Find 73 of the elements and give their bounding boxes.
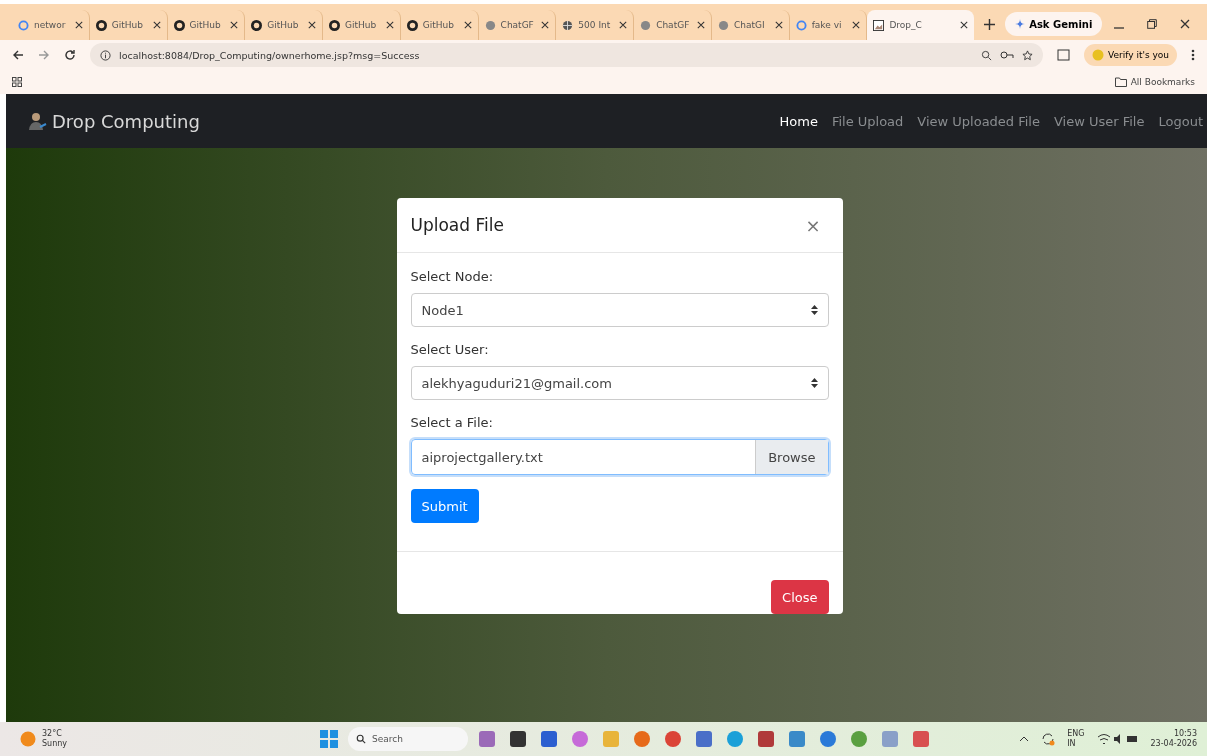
close-icon[interactable] [774,21,783,29]
plus-icon[interactable] [984,19,996,30]
dialog-title: Upload File [410,215,504,235]
close-icon[interactable] [230,21,239,29]
sort-caret-icon [810,305,818,315]
sun-icon [20,731,36,747]
field-label: Select Node: [410,269,495,284]
close-icon[interactable] [74,21,83,29]
wifi-volume-battery-icon[interactable] [1096,733,1139,745]
temperature-text: 32°C [42,729,63,739]
restore-icon[interactable] [1146,19,1157,29]
star-icon[interactable] [1022,49,1033,61]
close-icon[interactable] [385,21,394,29]
nav-link[interactable]: Logout [1158,113,1203,129]
user-select[interactable]: alekhyaguduri21@gmail.com [410,366,829,400]
file-input[interactable]: aiprojectgallery.txt Browse [410,439,829,475]
field-label: Select a File: [410,415,494,430]
info-icon[interactable] [100,49,111,61]
close-icon[interactable] [960,21,969,29]
region-text[interactable]: IN [1067,739,1085,749]
nav-link[interactable]: File Upload [831,113,904,129]
clock-date[interactable]: 23-04-2026 [1150,739,1197,749]
close-button[interactable]: × [799,213,827,237]
field-label: Select User: [410,342,490,357]
address-bar[interactable]: localhost:8084/Drop_Computing/ownerhome.jsp?msg=Success [90,43,1043,67]
apps-grid-icon[interactable] [12,77,22,87]
sparkle-icon [1015,19,1026,29]
all-bookmarks-link[interactable]: All Bookmarks [1114,77,1195,87]
minimize-icon[interactable] [1113,27,1124,29]
reading-list-icon[interactable] [1057,49,1070,61]
taskbar-search[interactable]: Search [348,727,468,751]
node-select[interactable]: Node1 [410,293,829,327]
globe-icon [562,19,574,31]
circle-icon [484,19,496,31]
app-icon[interactable] [509,730,527,748]
close-icon[interactable] [308,21,317,29]
sync-icon[interactable] [1041,732,1056,746]
language-text[interactable]: ENG [1067,729,1085,739]
person-icon [28,111,48,131]
nav-link[interactable]: Home [779,113,818,129]
clock-time[interactable]: 10:53 [1150,729,1197,739]
brand-link[interactable]: Drop Computing [28,110,200,132]
key-icon[interactable] [1000,50,1014,60]
close-icon[interactable] [619,21,628,29]
forward-icon[interactable] [38,49,50,61]
nav-link[interactable]: View Uploaded File [917,113,1040,129]
verify-button[interactable]: Verify it's you [1084,44,1177,66]
app-icon[interactable] [540,730,558,748]
gemini-button[interactable]: Ask Gemini [1005,12,1103,36]
nav-link[interactable]: View User File [1054,113,1145,129]
sort-caret-icon [810,378,818,388]
close-button[interactable]: Close [771,580,829,614]
circle-icon [640,19,652,31]
close-icon[interactable] [463,21,472,29]
close-icon[interactable] [1179,19,1190,29]
close-icon[interactable] [852,21,861,29]
app-icon[interactable] [757,730,775,748]
badge-icon [1092,49,1104,61]
reload-icon[interactable] [64,49,76,61]
image-icon [873,19,885,31]
submit-button[interactable]: Submit [410,489,479,523]
search-icon [356,734,366,744]
more-menu-icon[interactable] [1191,49,1195,61]
close-icon[interactable] [152,21,161,29]
zoom-icon[interactable] [981,49,992,61]
close-icon[interactable] [696,21,705,29]
windows-start-icon[interactable] [320,730,338,748]
close-icon[interactable] [541,21,550,29]
back-icon[interactable] [12,49,24,61]
weather-text: Sunny [42,739,68,749]
chevron-up-icon[interactable] [1019,736,1030,742]
circle-icon [717,19,729,31]
browser-tab[interactable]: Drop_C [867,10,975,40]
